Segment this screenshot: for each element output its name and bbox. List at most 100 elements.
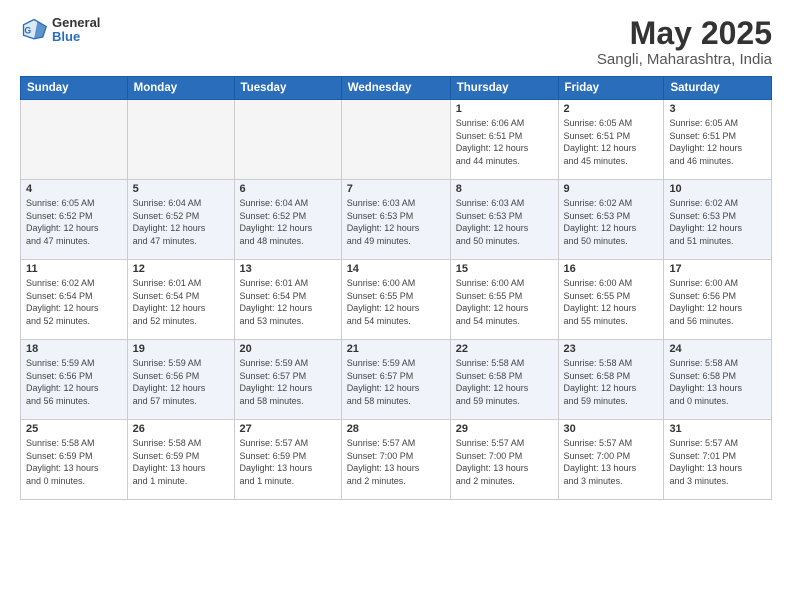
- day-number: 8: [456, 183, 553, 195]
- day-number: 17: [669, 263, 766, 275]
- day-number: 27: [240, 423, 336, 435]
- day-number: 12: [133, 263, 229, 275]
- table-row: 27 Sunrise: 5:57 AMSunset: 6:59 PMDayligh…: [234, 420, 341, 500]
- table-row: 1 Sunrise: 6:06 AMSunset: 6:51 PMDaylight…: [450, 100, 558, 180]
- day-number: 24: [669, 343, 766, 355]
- day-number: 1: [456, 103, 553, 115]
- col-monday: Monday: [127, 77, 234, 100]
- day-info: Sunrise: 6:00 AMSunset: 6:55 PMDaylight:…: [347, 277, 445, 327]
- calendar-week-3: 11 Sunrise: 6:02 AMSunset: 6:54 PMDayligh…: [21, 260, 772, 340]
- day-number: 11: [26, 263, 122, 275]
- day-number: 13: [240, 263, 336, 275]
- day-info: Sunrise: 5:57 AMSunset: 7:00 PMDaylight:…: [564, 437, 659, 487]
- day-number: 6: [240, 183, 336, 195]
- day-number: 15: [456, 263, 553, 275]
- day-info: Sunrise: 5:59 AMSunset: 6:56 PMDaylight:…: [133, 357, 229, 407]
- table-row: 25 Sunrise: 5:58 AMSunset: 6:59 PMDayligh…: [21, 420, 128, 500]
- table-row: 26Sunrise: 5:58 AMSunset: 6:59 PMDayligh…: [127, 420, 234, 500]
- table-row: 24 Sunrise: 5:58 AMSunset: 6:58 PMDayligh…: [664, 340, 772, 420]
- day-info: Sunrise: 6:04 AMSunset: 6:52 PMDaylight:…: [240, 197, 336, 247]
- day-number: 5: [133, 183, 229, 195]
- col-sunday: Sunday: [21, 77, 128, 100]
- table-row: 13 Sunrise: 6:01 AMSunset: 6:54 PMDayligh…: [234, 260, 341, 340]
- logo-icon: G: [20, 16, 48, 44]
- table-row: 3 Sunrise: 6:05 AMSunset: 6:51 PMDaylight…: [664, 100, 772, 180]
- day-info: Sunrise: 6:02 AMSunset: 6:53 PMDaylight:…: [669, 197, 766, 247]
- table-row: 9Sunrise: 6:02 AMSunset: 6:53 PMDaylight…: [558, 180, 664, 260]
- table-row: 5 Sunrise: 6:04 AMSunset: 6:52 PMDaylight…: [127, 180, 234, 260]
- day-info: Sunrise: 5:58 AMSunset: 6:59 PMDaylight:…: [133, 437, 229, 487]
- table-row: 2 Sunrise: 6:05 AMSunset: 6:51 PMDaylight…: [558, 100, 664, 180]
- day-info: Sunrise: 5:57 AMSunset: 6:59 PMDaylight:…: [240, 437, 336, 487]
- title-location: Sangli, Maharashtra, India: [597, 51, 772, 68]
- day-number: 29: [456, 423, 553, 435]
- day-info: Sunrise: 6:02 AMSunset: 6:54 PMDaylight:…: [26, 277, 122, 327]
- day-info: Sunrise: 6:05 AMSunset: 6:51 PMDaylight:…: [669, 117, 766, 167]
- day-info: Sunrise: 6:04 AMSunset: 6:52 PMDaylight:…: [133, 197, 229, 247]
- table-row: 30Sunrise: 5:57 AMSunset: 7:00 PMDayligh…: [558, 420, 664, 500]
- table-row: 16Sunrise: 6:00 AMSunset: 6:55 PMDayligh…: [558, 260, 664, 340]
- day-number: 21: [347, 343, 445, 355]
- calendar-week-1: 1 Sunrise: 6:06 AMSunset: 6:51 PMDaylight…: [21, 100, 772, 180]
- table-row: 15 Sunrise: 6:00 AMSunset: 6:55 PMDayligh…: [450, 260, 558, 340]
- day-number: 28: [347, 423, 445, 435]
- table-row: 19 Sunrise: 5:59 AMSunset: 6:56 PMDayligh…: [127, 340, 234, 420]
- day-info: Sunrise: 5:57 AMSunset: 7:00 PMDaylight:…: [456, 437, 553, 487]
- day-info: Sunrise: 6:05 AMSunset: 6:52 PMDaylight:…: [26, 197, 122, 247]
- col-saturday: Saturday: [664, 77, 772, 100]
- col-tuesday: Tuesday: [234, 77, 341, 100]
- table-row: 14 Sunrise: 6:00 AMSunset: 6:55 PMDayligh…: [341, 260, 450, 340]
- table-row: 21 Sunrise: 5:59 AMSunset: 6:57 PMDayligh…: [341, 340, 450, 420]
- table-row: 23 Sunrise: 5:58 AMSunset: 6:58 PMDayligh…: [558, 340, 664, 420]
- table-row: [234, 100, 341, 180]
- day-info: Sunrise: 6:06 AMSunset: 6:51 PMDaylight:…: [456, 117, 553, 167]
- day-info: Sunrise: 5:58 AMSunset: 6:58 PMDaylight:…: [564, 357, 659, 407]
- table-row: 7Sunrise: 6:03 AMSunset: 6:53 PMDaylight…: [341, 180, 450, 260]
- col-wednesday: Wednesday: [341, 77, 450, 100]
- day-number: 23: [564, 343, 659, 355]
- calendar-week-2: 4 Sunrise: 6:05 AMSunset: 6:52 PMDaylight…: [21, 180, 772, 260]
- table-row: 22Sunrise: 5:58 AMSunset: 6:58 PMDayligh…: [450, 340, 558, 420]
- calendar-week-5: 25 Sunrise: 5:58 AMSunset: 6:59 PMDayligh…: [21, 420, 772, 500]
- day-number: 10: [669, 183, 766, 195]
- day-info: Sunrise: 6:03 AMSunset: 6:53 PMDaylight:…: [456, 197, 553, 247]
- day-info: Sunrise: 5:59 AMSunset: 6:57 PMDaylight:…: [347, 357, 445, 407]
- day-number: 19: [133, 343, 229, 355]
- table-row: [127, 100, 234, 180]
- day-info: Sunrise: 6:00 AMSunset: 6:55 PMDaylight:…: [456, 277, 553, 327]
- title-month: May 2025: [597, 16, 772, 51]
- table-row: [341, 100, 450, 180]
- table-row: 10 Sunrise: 6:02 AMSunset: 6:53 PMDayligh…: [664, 180, 772, 260]
- day-number: 18: [26, 343, 122, 355]
- day-info: Sunrise: 6:01 AMSunset: 6:54 PMDaylight:…: [133, 277, 229, 327]
- day-number: 25: [26, 423, 122, 435]
- day-number: 2: [564, 103, 659, 115]
- day-number: 14: [347, 263, 445, 275]
- day-info: Sunrise: 5:59 AMSunset: 6:56 PMDaylight:…: [26, 357, 122, 407]
- table-row: 29 Sunrise: 5:57 AMSunset: 7:00 PMDayligh…: [450, 420, 558, 500]
- table-row: 6 Sunrise: 6:04 AMSunset: 6:52 PMDaylight…: [234, 180, 341, 260]
- day-info: Sunrise: 6:00 AMSunset: 6:56 PMDaylight:…: [669, 277, 766, 327]
- table-row: 11 Sunrise: 6:02 AMSunset: 6:54 PMDayligh…: [21, 260, 128, 340]
- calendar-week-4: 18 Sunrise: 5:59 AMSunset: 6:56 PMDayligh…: [21, 340, 772, 420]
- table-row: 12 Sunrise: 6:01 AMSunset: 6:54 PMDayligh…: [127, 260, 234, 340]
- table-row: 28Sunrise: 5:57 AMSunset: 7:00 PMDayligh…: [341, 420, 450, 500]
- day-number: 4: [26, 183, 122, 195]
- day-number: 3: [669, 103, 766, 115]
- header: G General Blue May 2025 Sangli, Maharash…: [20, 16, 772, 68]
- logo-blue-text: Blue: [52, 30, 100, 44]
- table-row: [21, 100, 128, 180]
- day-info: Sunrise: 6:01 AMSunset: 6:54 PMDaylight:…: [240, 277, 336, 327]
- day-info: Sunrise: 5:57 AMSunset: 7:01 PMDaylight:…: [669, 437, 766, 487]
- day-info: Sunrise: 6:02 AMSunset: 6:53 PMDaylight:…: [564, 197, 659, 247]
- day-info: Sunrise: 5:58 AMSunset: 6:58 PMDaylight:…: [669, 357, 766, 407]
- title-block: May 2025 Sangli, Maharashtra, India: [597, 16, 772, 68]
- day-info: Sunrise: 5:58 AMSunset: 6:59 PMDaylight:…: [26, 437, 122, 487]
- page: G General Blue May 2025 Sangli, Maharash…: [0, 0, 792, 612]
- day-number: 31: [669, 423, 766, 435]
- svg-text:G: G: [24, 26, 31, 36]
- day-info: Sunrise: 6:05 AMSunset: 6:51 PMDaylight:…: [564, 117, 659, 167]
- calendar-table: Sunday Monday Tuesday Wednesday Thursday…: [20, 76, 772, 500]
- table-row: 8 Sunrise: 6:03 AMSunset: 6:53 PMDaylight…: [450, 180, 558, 260]
- table-row: 4 Sunrise: 6:05 AMSunset: 6:52 PMDaylight…: [21, 180, 128, 260]
